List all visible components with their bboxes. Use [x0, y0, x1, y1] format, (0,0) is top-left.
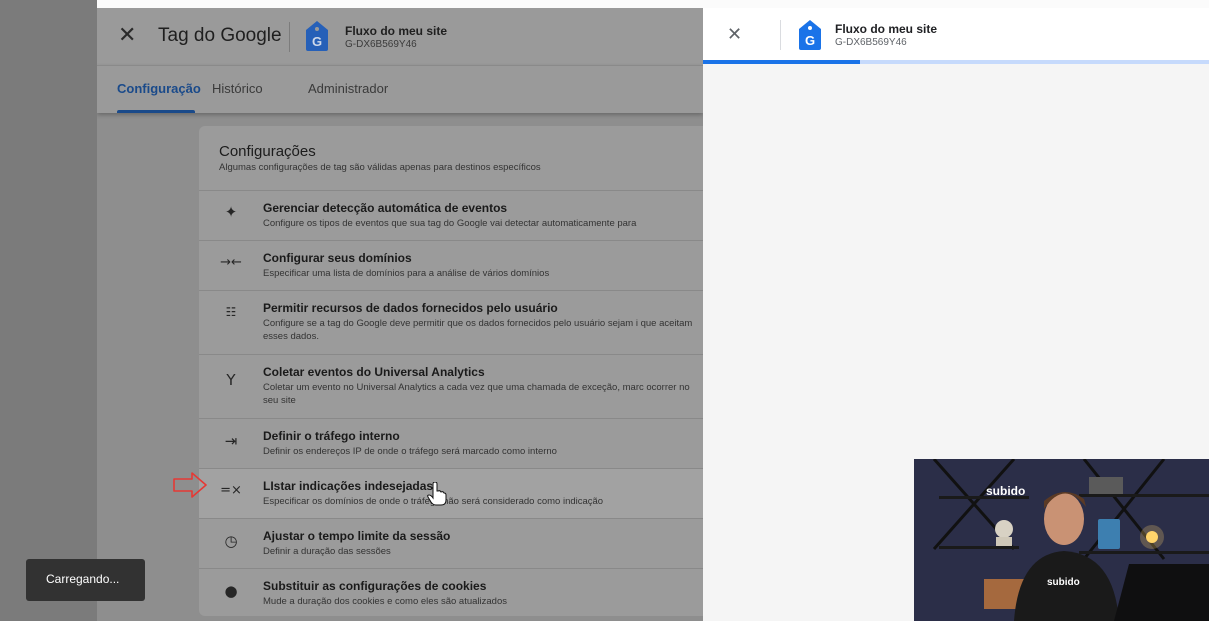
annotation-arrow-icon: [173, 472, 207, 498]
setting-description: Coletar um evento no Universal Analytics…: [263, 382, 690, 406]
setting-title: LIstar indicações indesejadas: [263, 479, 434, 493]
tab-historico[interactable]: Histórico: [212, 81, 263, 96]
setting-title: Configurar seus domínios: [263, 251, 412, 265]
progress-fill: [703, 60, 860, 64]
setting-row-internal-traffic[interactable]: ⇥ Definir o tráfego interno Definir os e…: [199, 418, 703, 468]
sparkle-icon: ✦: [224, 203, 238, 221]
setting-description: Configure se a tag do Google deve permit…: [263, 318, 693, 342]
webcam-sign: subido: [986, 484, 1026, 498]
google-tag-icon: G: [306, 21, 328, 51]
header-divider: [289, 22, 290, 52]
login-icon: ⇥: [224, 432, 238, 450]
close-icon[interactable]: ✕: [118, 23, 136, 48]
webcam-overlay: subido subido: [914, 459, 1209, 621]
background-dim-strip: [0, 0, 97, 621]
setting-title: Permitir recursos de dados fornecidos pe…: [263, 301, 558, 315]
right-header: ✕ G Fluxo do meu site G-DX6B569Y46: [703, 8, 1209, 60]
webcam-shirt-text: subido: [1047, 577, 1080, 588]
main-header: ✕ Tag do Google G Fluxo do meu site G-DX…: [97, 8, 703, 65]
svg-text:G: G: [805, 33, 815, 48]
active-tab-indicator: [117, 110, 195, 113]
setting-row-ua-events[interactable]: Y Coletar eventos do Universal Analytics…: [199, 354, 703, 418]
tag-settings-panel: ✕ Tag do Google G Fluxo do meu site G-DX…: [97, 8, 703, 621]
setting-description: Definir a duração das sessões: [263, 546, 391, 557]
property-name: Fluxo do meu site: [345, 24, 448, 38]
settings-title: Configurações: [219, 143, 316, 160]
setting-row-cookies[interactable]: ● Substituir as configurações de cookies…: [199, 568, 703, 616]
list-remove-icon: =×: [220, 483, 242, 498]
setting-title: Gerenciar detecção automática de eventos: [263, 201, 508, 215]
webcam-scene: [914, 459, 1209, 621]
tab-administrador[interactable]: Administrador: [308, 81, 388, 96]
tab-configuracao[interactable]: Configuração: [117, 81, 201, 96]
setting-row-unwanted-referrals[interactable]: =× LIstar indicações indesejadas Especif…: [199, 468, 703, 518]
settings-card: Configurações Algumas configurações de t…: [199, 126, 703, 616]
setting-description: Configure os tipos de eventos que sua ta…: [263, 218, 637, 229]
setting-description: Mude a duração dos cookies e como eles s…: [263, 596, 507, 607]
setting-description: Definir os endereços IP de onde o tráfeg…: [263, 446, 557, 457]
header-divider: [780, 20, 781, 50]
setting-title: Ajustar o tempo limite da sessão: [263, 529, 451, 543]
loading-progress-bar: [703, 60, 1209, 64]
page-title: Tag do Google: [158, 25, 282, 46]
setting-title: Substituir as configurações de cookies: [263, 579, 487, 593]
cookie-icon: ●: [224, 582, 238, 600]
close-icon[interactable]: ✕: [727, 24, 742, 45]
setting-row-auto-events[interactable]: ✦ Gerenciar detecção automática de event…: [199, 190, 703, 240]
property-id: G-DX6B569Y46: [345, 39, 417, 50]
setting-row-user-data[interactable]: ☷ Permitir recursos de dados fornecidos …: [199, 290, 703, 354]
hand-cursor-icon: [427, 482, 447, 506]
setting-title: Definir o tráfego interno: [263, 429, 400, 443]
property-name: Fluxo do meu site: [835, 22, 938, 36]
setting-title: Coletar eventos do Universal Analytics: [263, 365, 485, 379]
tab-bar: Configuração Histórico Administrador: [97, 65, 703, 113]
setting-row-session-timeout[interactable]: ◷ Ajustar o tempo limite da sessão Defin…: [199, 518, 703, 568]
loading-snackbar: Carregando...: [26, 559, 145, 601]
top-border: [0, 0, 1209, 8]
google-tag-icon: G: [799, 20, 821, 50]
setting-description: Especificar uma lista de domínios para a…: [263, 268, 550, 279]
user-data-icon: ☷: [225, 305, 237, 319]
setting-row-domains[interactable]: →← Configurar seus domínios Especificar …: [199, 240, 703, 290]
merge-icon: Y: [226, 371, 236, 389]
settings-subtitle: Algumas configurações de tag são válidas…: [219, 162, 541, 173]
clock-icon: ◷: [224, 532, 238, 550]
svg-text:G: G: [312, 34, 322, 49]
property-id: G-DX6B569Y46: [835, 37, 907, 48]
setting-description: Especificar os domínios de onde o tráfeg…: [263, 496, 604, 507]
cross-domain-icon: →←: [220, 255, 242, 270]
